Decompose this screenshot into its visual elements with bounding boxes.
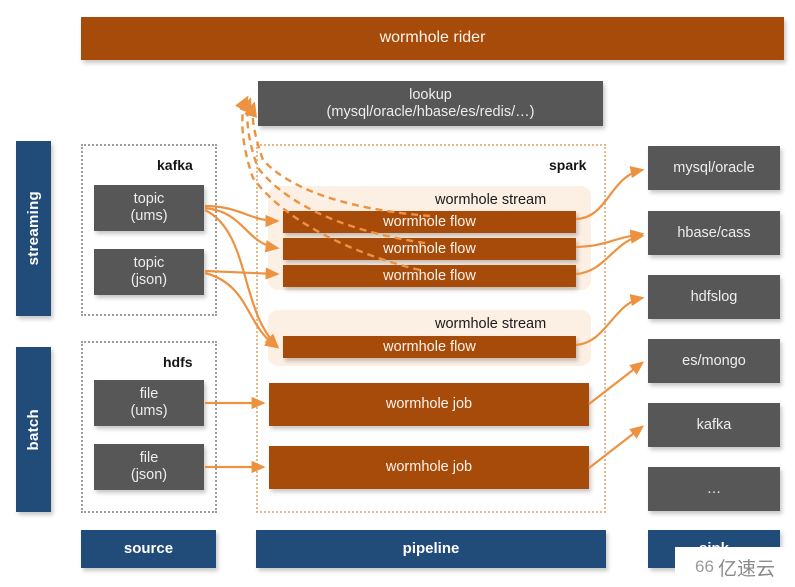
- sink-hbase-cass-label: hbase/cass: [677, 224, 751, 241]
- footer-source-label: source: [123, 540, 174, 558]
- source-node-file-json-line-2: (json): [130, 467, 168, 483]
- lane-streaming-label: streaming: [24, 191, 42, 266]
- wormhole-flow-1-2[interactable]: wormhole flow: [283, 238, 576, 260]
- wormhole-flow-1-3-label: wormhole flow: [383, 267, 476, 284]
- lane-batch: batch: [16, 347, 51, 512]
- sink-more-label: …: [706, 480, 722, 497]
- sink-mysql-oracle[interactable]: mysql/oracle: [648, 146, 780, 190]
- pipeline-group-spark-label: spark: [549, 157, 587, 173]
- lookup-line-2: (mysql/oracle/hbase/es/redis/…): [326, 103, 535, 120]
- wormhole-flow-1-1-label: wormhole flow: [383, 213, 476, 230]
- sink-hdfslog-label: hdfslog: [690, 288, 738, 305]
- sink-hbase-cass[interactable]: hbase/cass: [648, 211, 780, 255]
- source-group-kafka-label: kafka: [157, 157, 193, 173]
- footer-pipeline: pipeline: [256, 530, 606, 568]
- sink-es-mongo[interactable]: es/mongo: [648, 339, 780, 383]
- wormhole-rider-label: wormhole rider: [379, 29, 486, 47]
- wormhole-flow-2-1[interactable]: wormhole flow: [283, 336, 576, 358]
- sink-es-mongo-label: es/mongo: [682, 352, 746, 369]
- wormhole-flow-1-1[interactable]: wormhole flow: [283, 211, 576, 233]
- lookup-box[interactable]: lookup (mysql/oracle/hbase/es/redis/…): [258, 81, 603, 126]
- wormhole-flow-2-1-label: wormhole flow: [383, 338, 476, 355]
- source-node-file-ums[interactable]: file (ums): [94, 380, 204, 426]
- wormhole-rider-bar[interactable]: wormhole rider: [81, 17, 784, 60]
- lane-streaming: streaming: [16, 141, 51, 316]
- source-node-topic-ums-line-2: (ums): [130, 208, 168, 224]
- wormhole-job-1-label: wormhole job: [385, 396, 473, 413]
- source-node-file-json-line-1: file: [139, 450, 159, 467]
- wormhole-stream-1-label: wormhole stream: [435, 192, 547, 208]
- sink-hdfslog[interactable]: hdfslog: [648, 275, 780, 319]
- footer-pipeline-label: pipeline: [402, 540, 460, 558]
- lookup-line-1: lookup: [409, 86, 452, 103]
- wormhole-job-2[interactable]: wormhole job: [269, 446, 589, 489]
- sink-more[interactable]: …: [648, 467, 780, 511]
- diagram-canvas: wormhole rider lookup (mysql/oracle/hbas…: [0, 0, 795, 587]
- watermark: 66 亿速云: [675, 547, 795, 587]
- source-node-topic-json-line-1: topic: [133, 255, 165, 272]
- watermark-logo: 66: [695, 557, 714, 576]
- source-node-topic-json[interactable]: topic (json): [94, 249, 204, 295]
- sink-mysql-oracle-label: mysql/oracle: [673, 159, 755, 176]
- wormhole-flow-1-2-label: wormhole flow: [383, 240, 476, 257]
- source-node-topic-ums-line-1: topic: [133, 191, 165, 208]
- source-node-topic-json-line-2: (json): [130, 272, 168, 288]
- wormhole-stream-2-label: wormhole stream: [435, 316, 547, 332]
- sink-kafka[interactable]: kafka: [648, 403, 780, 447]
- wormhole-flow-1-3[interactable]: wormhole flow: [283, 265, 576, 287]
- wormhole-job-1[interactable]: wormhole job: [269, 383, 589, 426]
- wormhole-job-2-label: wormhole job: [385, 459, 473, 476]
- source-group-hdfs-label: hdfs: [163, 354, 193, 370]
- lane-batch-label: batch: [24, 408, 42, 451]
- source-node-file-ums-line-2: (ums): [130, 403, 168, 419]
- source-node-topic-ums[interactable]: topic (ums): [94, 185, 204, 231]
- sink-kafka-label: kafka: [696, 416, 732, 433]
- watermark-text: 亿速云: [717, 557, 775, 580]
- source-node-file-ums-line-1: file: [139, 386, 159, 403]
- footer-source: source: [81, 530, 216, 568]
- source-node-file-json[interactable]: file (json): [94, 444, 204, 490]
